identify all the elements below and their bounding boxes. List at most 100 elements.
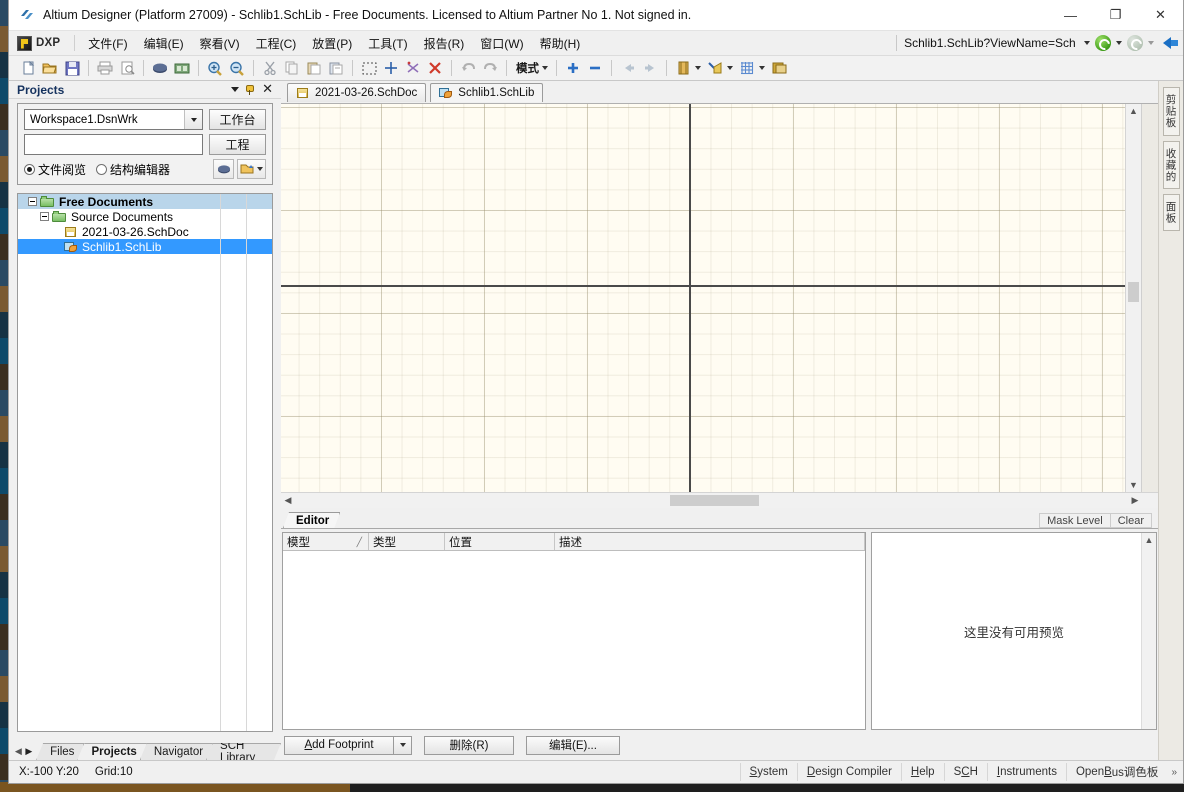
status-button-openbus[interactable]: Open Bus调色板 [1065,763,1167,781]
clear-selection-icon[interactable] [403,58,423,78]
open-folder-icon[interactable] [40,58,60,78]
menu-edit[interactable]: 编辑(E) [136,32,192,55]
clear-mask-button[interactable]: Clear [1109,513,1152,528]
paste-special-icon[interactable] [326,58,346,78]
print-icon[interactable] [95,58,115,78]
tab-scroll-left-icon[interactable]: ◀ [13,742,24,760]
project-tree[interactable]: Free Documents Source Documents 2021-03-… [17,193,273,732]
print-preview-icon[interactable] [117,58,137,78]
scroll-left-icon[interactable]: ◀ [281,493,295,508]
status-button-help[interactable]: Help [900,763,944,781]
panel-tab-files[interactable]: Files [36,743,84,760]
draw-tools-dropdown-icon[interactable] [727,66,733,70]
column-header-location[interactable]: 位置 [445,533,555,550]
minus-icon[interactable] [585,58,605,78]
next-part-icon[interactable] [640,58,660,78]
expander-icon[interactable] [26,195,39,208]
mode-dropdown-icon[interactable] [542,66,548,70]
minimize-button[interactable]: — [1048,0,1093,30]
component-library-dropdown-icon[interactable] [695,66,701,70]
radio-structure-editor[interactable]: 结构编辑器 [96,161,170,178]
undo-icon[interactable] [458,58,478,78]
rail-tab-panels[interactable]: 面板 [1162,194,1180,231]
open-project-icon[interactable] [237,159,266,179]
menu-view[interactable]: 察看(V) [192,32,248,55]
status-button-system[interactable]: System [739,763,797,781]
select-area-icon[interactable] [359,58,379,78]
scroll-down-icon[interactable]: ▼ [1126,478,1141,492]
board-view-icon[interactable] [213,159,234,179]
menu-window[interactable]: 窗口(W) [472,32,531,55]
status-overflow-icon[interactable]: » [1167,767,1181,778]
menu-place[interactable]: 放置(P) [304,32,360,55]
open-project-dropdown-icon[interactable] [257,167,263,171]
edit-button[interactable]: 编辑(E)... [526,735,620,755]
radio-file-view[interactable]: 文件阅览 [24,161,86,178]
maximize-button[interactable]: ❐ [1093,0,1138,30]
rail-tab-clipboard[interactable]: 剪贴板 [1162,87,1180,136]
component-icon[interactable] [172,58,192,78]
board-icon[interactable] [150,58,170,78]
copy-icon[interactable] [282,58,302,78]
horizontal-scroll-thumb[interactable] [670,495,759,506]
expander-icon[interactable] [38,210,51,223]
address-dropdown-icon[interactable] [1084,41,1090,45]
rail-tab-favorites[interactable]: 收藏的 [1162,140,1180,189]
panel-close-icon[interactable]: ✕ [262,83,273,96]
workbench-button[interactable]: 工作台 [209,109,266,130]
status-button-sch[interactable]: SCH [943,763,987,781]
mode-label[interactable]: 模式 [512,60,541,76]
preview-vertical-scrollbar[interactable]: ▲ [1141,533,1156,729]
dxp-menu-button[interactable]: DXP [15,35,66,52]
vertical-scroll-thumb[interactable] [1128,282,1139,302]
workspace-dropdown-icon[interactable] [184,110,202,129]
menu-file[interactable]: 文件(F) [80,32,135,55]
paste-icon[interactable] [304,58,324,78]
scroll-right-icon[interactable]: ▶ [1128,493,1142,508]
component-library-icon[interactable] [673,58,693,78]
menu-reports[interactable]: 报告(R) [416,32,473,55]
grid-dropdown-icon[interactable] [759,66,765,70]
title-bar[interactable]: Altium Designer (Platform 27009) - Schli… [9,0,1183,31]
zoom-in-icon[interactable] [205,58,225,78]
tab-scroll-right-icon[interactable]: ▶ [24,742,35,760]
mask-level-button[interactable]: Mask Level [1039,513,1111,528]
redo-icon[interactable] [480,58,500,78]
project-button[interactable]: 工程 [209,134,266,155]
scroll-up-icon[interactable]: ▲ [1126,104,1141,118]
page-icon[interactable] [769,58,789,78]
panel-menu-icon[interactable] [231,87,240,92]
cancel-icon[interactable] [425,58,445,78]
document-tab-schdoc[interactable]: 2021-03-26.SchDoc [287,82,427,102]
move-icon[interactable] [381,58,401,78]
editor-tab[interactable]: Editor [283,512,340,528]
menu-help[interactable]: 帮助(H) [532,32,589,55]
add-footprint-button[interactable]: Add Footprint [284,735,394,755]
draw-tools-icon[interactable] [705,58,725,78]
navigate-back-icon[interactable] [1095,35,1111,51]
workspace-combobox[interactable]: Workspace1.DsnWrk [24,109,203,130]
zoom-out-icon[interactable] [227,58,247,78]
canvas-vertical-scrollbar[interactable]: ▲ ▼ [1125,104,1141,492]
status-button-instruments[interactable]: Instruments [986,763,1066,781]
add-footprint-dropdown-icon[interactable] [393,735,412,755]
new-document-icon[interactable] [18,58,38,78]
navigate-forward-icon[interactable] [1127,35,1143,51]
horizontal-scroll-track[interactable] [295,493,1128,508]
address-input[interactable]: Schlib1.SchLib?ViewName=Sch [904,36,1079,50]
delete-button[interactable]: 删除(R) [424,735,514,755]
schematic-canvas[interactable] [281,104,1125,492]
column-header-description[interactable]: 描述 [555,533,865,550]
grid-icon[interactable] [737,58,757,78]
model-grid[interactable]: 模型 ╱ 类型 位置 描述 [282,532,866,730]
plus-icon[interactable] [563,58,583,78]
column-header-model[interactable]: 模型 ╱ [283,533,369,550]
cut-icon[interactable] [260,58,280,78]
model-grid-body[interactable] [283,551,865,729]
back-dropdown-icon[interactable] [1116,41,1122,45]
panel-tab-navigator[interactable]: Navigator [140,743,213,760]
status-button-design-compiler[interactable]: Design Compiler [796,763,901,781]
column-header-type[interactable]: 类型 [369,533,445,550]
prev-part-icon[interactable] [618,58,638,78]
panel-tab-projects[interactable]: Projects [77,743,146,760]
